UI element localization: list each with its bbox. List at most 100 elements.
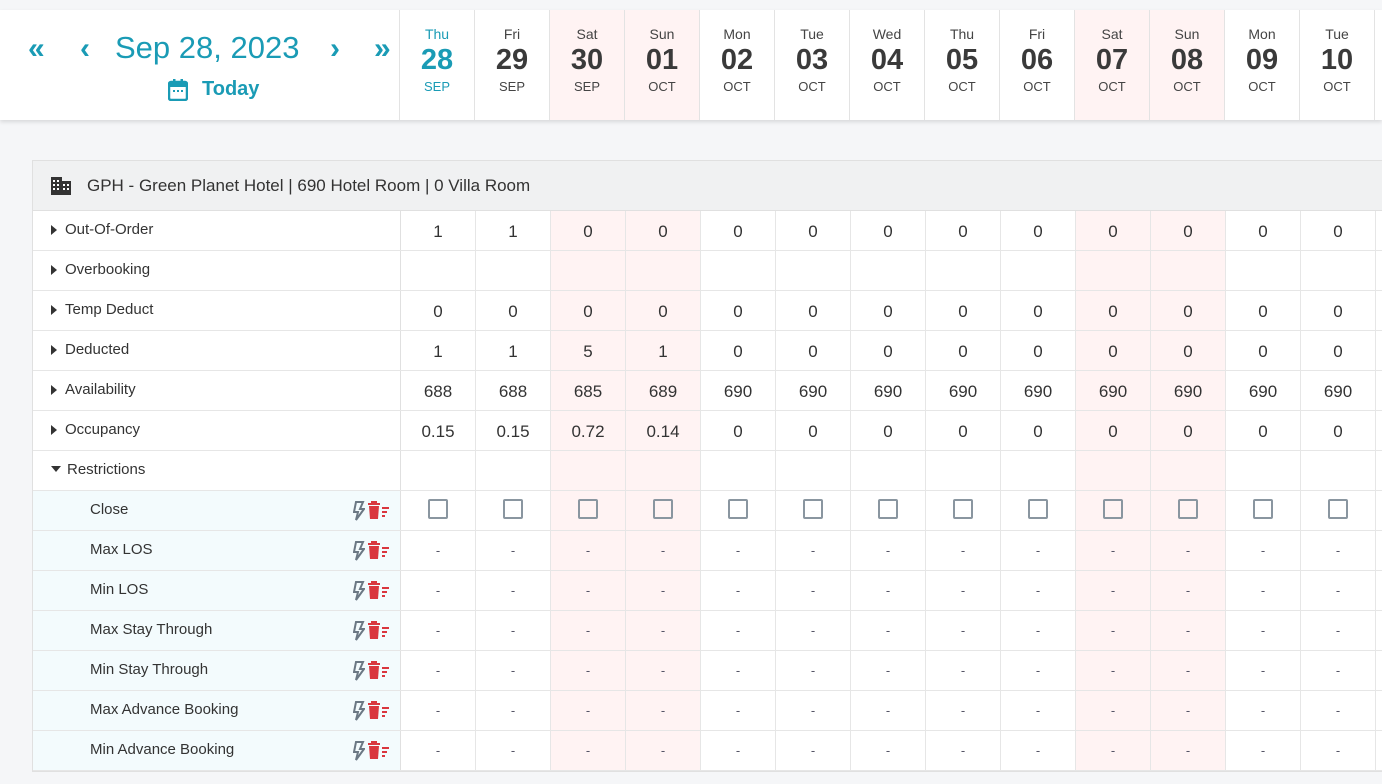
table-cell[interactable]: 0 bbox=[851, 211, 926, 250]
restriction-cell[interactable]: - bbox=[851, 611, 926, 650]
restriction-cell[interactable]: - bbox=[1076, 571, 1151, 610]
table-cell[interactable]: 1 bbox=[476, 331, 551, 370]
restriction-cell[interactable]: - bbox=[1151, 571, 1226, 610]
restriction-cell[interactable]: - bbox=[476, 691, 551, 730]
bulk-update-icon[interactable] bbox=[353, 741, 365, 761]
table-cell[interactable] bbox=[476, 251, 551, 290]
restriction-cell[interactable]: - bbox=[701, 611, 776, 650]
table-cell[interactable]: 0.15 bbox=[401, 411, 476, 450]
restriction-cell[interactable]: - bbox=[1001, 531, 1076, 570]
table-cell[interactable]: 0 bbox=[776, 331, 851, 370]
restriction-cell[interactable]: - bbox=[851, 651, 926, 690]
day-column-header[interactable]: Mon 09 OCT bbox=[1225, 10, 1300, 120]
day-column-header[interactable]: Thu 28 SEP bbox=[400, 10, 475, 120]
restriction-cell[interactable]: - bbox=[1301, 731, 1376, 770]
table-cell[interactable]: 688 bbox=[401, 371, 476, 410]
clear-trash-icon[interactable] bbox=[368, 701, 390, 719]
table-cell[interactable]: 0 bbox=[851, 291, 926, 330]
restriction-cell[interactable]: - bbox=[851, 691, 926, 730]
restriction-cell[interactable]: - bbox=[701, 651, 776, 690]
restriction-cell[interactable]: - bbox=[926, 691, 1001, 730]
table-cell[interactable]: 0 bbox=[551, 211, 626, 250]
table-cell[interactable]: 0.14 bbox=[626, 411, 701, 450]
restriction-cell[interactable]: - bbox=[1076, 651, 1151, 690]
table-cell[interactable]: 690 bbox=[1151, 371, 1226, 410]
table-cell[interactable]: 690 bbox=[1226, 371, 1301, 410]
restriction-cell[interactable]: - bbox=[1001, 611, 1076, 650]
close-checkbox[interactable] bbox=[728, 499, 748, 519]
restriction-cell[interactable]: - bbox=[476, 651, 551, 690]
table-cell[interactable]: 0 bbox=[1151, 291, 1226, 330]
row-toggle[interactable]: Restrictions bbox=[33, 451, 401, 490]
restriction-cell[interactable]: - bbox=[701, 731, 776, 770]
restriction-cell[interactable]: - bbox=[1151, 611, 1226, 650]
restriction-cell[interactable]: - bbox=[1151, 531, 1226, 570]
restriction-cell[interactable]: - bbox=[626, 571, 701, 610]
table-cell[interactable]: 0 bbox=[626, 291, 701, 330]
table-cell[interactable] bbox=[1151, 251, 1226, 290]
today-button[interactable]: Today bbox=[168, 78, 259, 101]
day-column-header[interactable]: Sun 01 OCT bbox=[625, 10, 700, 120]
day-column-header[interactable]: Sat 30 SEP bbox=[550, 10, 625, 120]
restriction-cell[interactable]: - bbox=[1226, 611, 1301, 650]
restriction-cell[interactable]: - bbox=[776, 531, 851, 570]
restriction-cell[interactable]: - bbox=[776, 731, 851, 770]
bulk-update-icon[interactable] bbox=[353, 661, 365, 681]
table-cell[interactable]: 5 bbox=[551, 331, 626, 370]
bulk-update-icon[interactable] bbox=[353, 621, 365, 641]
restriction-cell[interactable]: - bbox=[926, 611, 1001, 650]
restriction-cell[interactable]: - bbox=[1301, 571, 1376, 610]
table-cell[interactable]: 1 bbox=[401, 331, 476, 370]
table-cell[interactable]: 0 bbox=[1151, 211, 1226, 250]
close-checkbox[interactable] bbox=[1328, 499, 1348, 519]
current-date[interactable]: Sep 28, 2023 bbox=[115, 30, 299, 66]
clear-trash-icon[interactable] bbox=[368, 581, 390, 599]
restriction-cell[interactable]: - bbox=[1226, 691, 1301, 730]
table-cell[interactable]: 0 bbox=[551, 291, 626, 330]
restriction-cell[interactable]: - bbox=[626, 691, 701, 730]
close-checkbox[interactable] bbox=[878, 499, 898, 519]
table-cell[interactable]: 0 bbox=[776, 211, 851, 250]
restriction-cell[interactable]: - bbox=[1151, 691, 1226, 730]
table-cell[interactable]: 689 bbox=[626, 371, 701, 410]
table-cell[interactable] bbox=[551, 251, 626, 290]
table-cell[interactable] bbox=[626, 251, 701, 290]
table-cell[interactable]: 690 bbox=[926, 371, 1001, 410]
restriction-cell[interactable]: - bbox=[701, 691, 776, 730]
restriction-cell[interactable]: - bbox=[551, 731, 626, 770]
restriction-cell[interactable]: - bbox=[1076, 731, 1151, 770]
restriction-cell[interactable]: - bbox=[926, 531, 1001, 570]
restriction-cell[interactable]: - bbox=[776, 691, 851, 730]
close-checkbox[interactable] bbox=[653, 499, 673, 519]
close-checkbox[interactable] bbox=[953, 499, 973, 519]
restriction-cell[interactable]: - bbox=[776, 611, 851, 650]
row-toggle[interactable]: Deducted bbox=[33, 331, 401, 370]
restriction-cell[interactable]: - bbox=[851, 731, 926, 770]
restriction-cell[interactable]: - bbox=[401, 651, 476, 690]
table-cell[interactable]: 0 bbox=[701, 411, 776, 450]
table-cell[interactable]: 0 bbox=[1001, 291, 1076, 330]
close-checkbox[interactable] bbox=[503, 499, 523, 519]
restriction-cell[interactable]: - bbox=[1151, 651, 1226, 690]
restriction-cell[interactable]: - bbox=[851, 571, 926, 610]
table-cell[interactable]: 0 bbox=[1301, 411, 1376, 450]
table-cell[interactable]: 0 bbox=[476, 291, 551, 330]
close-checkbox[interactable] bbox=[578, 499, 598, 519]
row-toggle[interactable]: Temp Deduct bbox=[33, 291, 401, 330]
table-cell[interactable]: 0 bbox=[1226, 411, 1301, 450]
table-cell[interactable]: 0 bbox=[1001, 211, 1076, 250]
clear-trash-icon[interactable] bbox=[368, 661, 390, 679]
first-page-button[interactable]: « bbox=[28, 32, 45, 66]
table-cell[interactable]: 1 bbox=[401, 211, 476, 250]
bulk-update-icon[interactable] bbox=[353, 501, 365, 521]
row-toggle[interactable]: Out-Of-Order bbox=[33, 211, 401, 250]
restriction-cell[interactable]: - bbox=[1301, 651, 1376, 690]
table-cell[interactable]: 0 bbox=[851, 331, 926, 370]
table-cell[interactable]: 0 bbox=[701, 211, 776, 250]
restriction-cell[interactable]: - bbox=[926, 571, 1001, 610]
table-cell[interactable]: 0 bbox=[1076, 411, 1151, 450]
restriction-cell[interactable]: - bbox=[476, 531, 551, 570]
restriction-cell[interactable]: - bbox=[701, 571, 776, 610]
restriction-cell[interactable]: - bbox=[1226, 531, 1301, 570]
day-column-header[interactable]: Tue 03 OCT bbox=[775, 10, 850, 120]
